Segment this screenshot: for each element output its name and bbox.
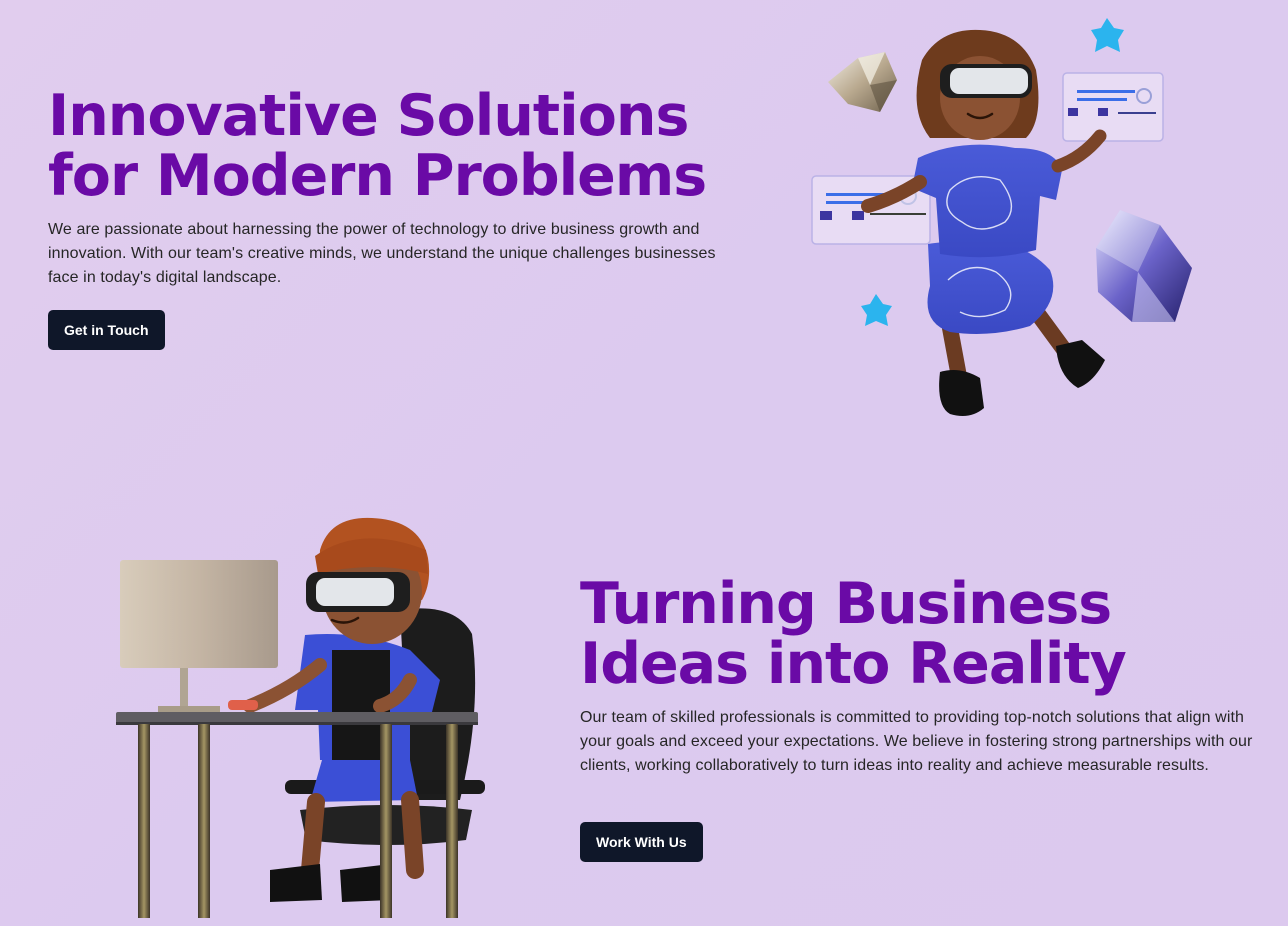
vr-girl-illustration [811,18,1192,416]
second-section: Turning Business Ideas into Reality Our … [580,574,1270,778]
blue-gem-icon [1096,210,1192,322]
second-title: Turning Business Ideas into Reality [580,574,1270,694]
second-description: Our team of skilled professionals is com… [580,709,1253,774]
second-title-line2: Ideas into Reality [580,631,1127,697]
vr-boy-desk-illustration [116,517,485,918]
get-in-touch-button[interactable]: Get in Touch [48,310,165,350]
girl-dress [912,144,1062,334]
second-title-line1: Turning Business [580,571,1112,637]
hero-title: Innovative Solutions for Modern Problems [48,86,728,206]
hero-section: Innovative Solutions for Modern Problems… [48,86,728,290]
hero-title-line2: for Modern Problems [48,143,707,209]
girl-head [916,29,1039,140]
hero-title-line1: Innovative Solutions [48,83,689,149]
hologram-panel-right [1062,72,1164,142]
monitor [120,560,278,712]
boy-body [228,634,440,902]
hero-description: We are passionate about harnessing the p… [48,221,716,286]
gold-gem-icon [828,52,897,112]
work-with-us-button[interactable]: Work With Us [580,822,703,862]
